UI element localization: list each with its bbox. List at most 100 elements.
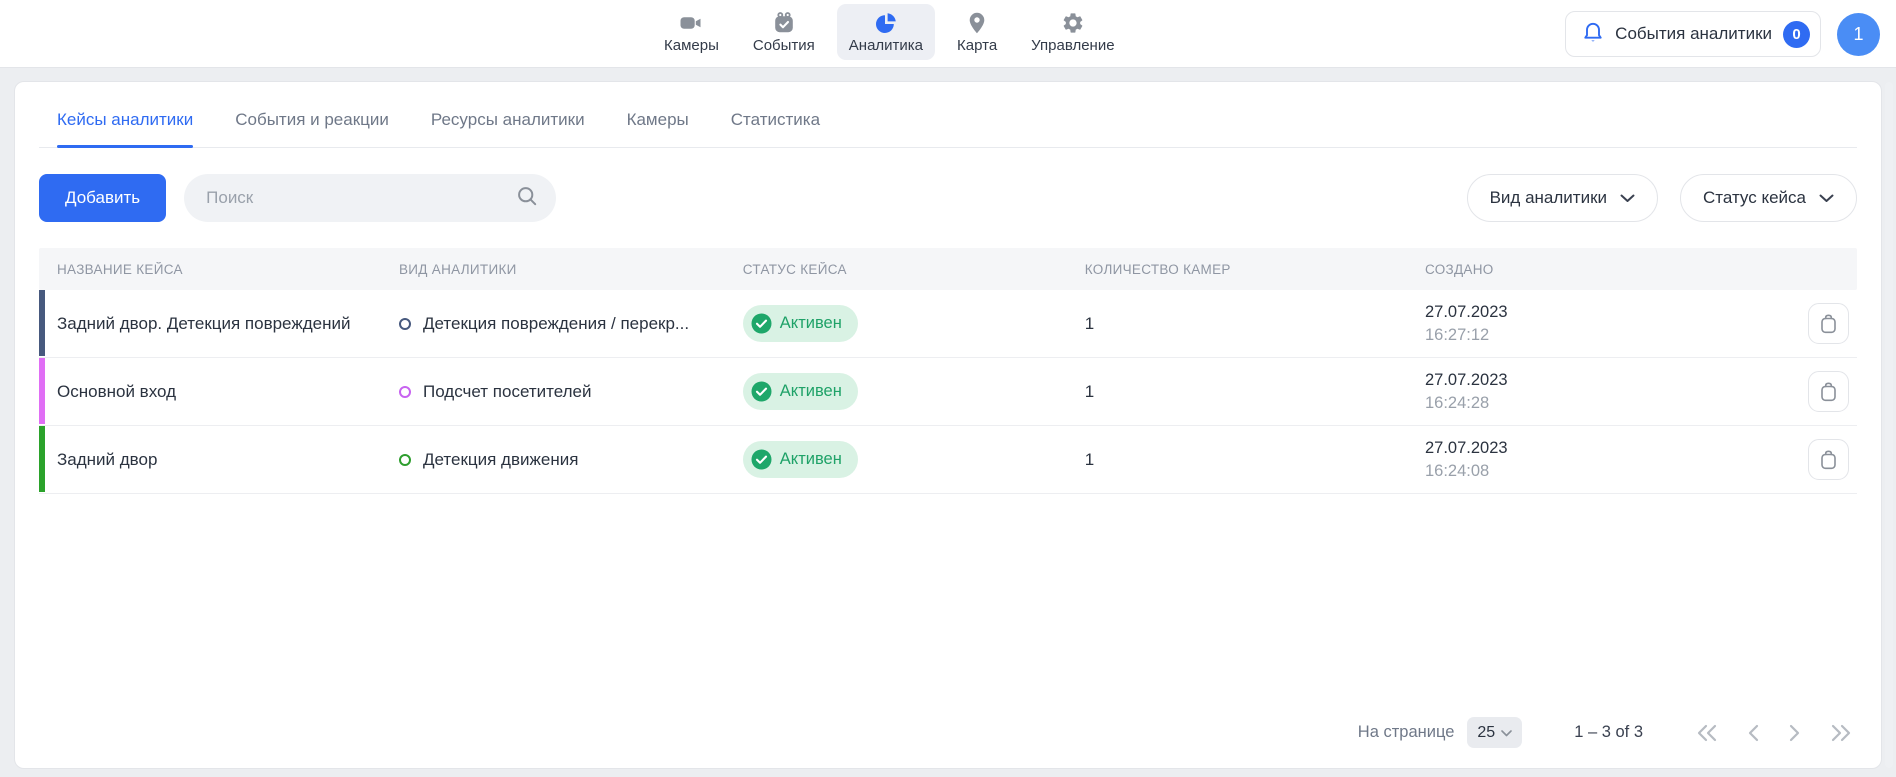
analytics-type-label: Подсчет посетителей — [423, 382, 591, 402]
status-badge: Активен — [743, 441, 858, 478]
chevron-down-icon — [1501, 724, 1512, 742]
delete-button[interactable] — [1808, 303, 1849, 344]
vertical-scrollbar[interactable] — [1885, 82, 1893, 768]
case-color-bar — [39, 426, 45, 492]
nav-label: События — [753, 37, 815, 54]
created-date: 27.07.2023 — [1425, 369, 1793, 391]
table-body: Задний двор. Детекция повреждений Детекц… — [39, 290, 1857, 494]
column-header-type: ВИД АНАЛИТИКИ — [399, 262, 743, 277]
table-row: Задний двор Детекция движения Активен 1 … — [39, 426, 1857, 494]
pagination-bar: На странице 25 1 – 3 of 3 — [39, 699, 1857, 768]
tab-analytics-resources[interactable]: Ресурсы аналитики — [431, 90, 585, 147]
case-color-bar — [39, 290, 45, 356]
delete-button[interactable] — [1808, 439, 1849, 480]
table-header: НАЗВАНИЕ КЕЙСА ВИД АНАЛИТИКИ СТАТУС КЕЙС… — [39, 248, 1857, 290]
chevron-down-icon — [1620, 188, 1635, 208]
nav-label: Аналитика — [849, 37, 923, 54]
status-label: Активен — [780, 314, 842, 333]
created-time: 16:24:28 — [1425, 392, 1793, 414]
analytics-type-icon — [399, 318, 411, 330]
created-cell: 27.07.2023 16:24:28 — [1425, 369, 1793, 414]
case-color-bar — [39, 358, 45, 424]
camera-count: 1 — [1085, 314, 1425, 334]
table-row: Основной вход Подсчет посетителей Активе… — [39, 358, 1857, 426]
trash-icon — [1819, 313, 1838, 334]
analytics-type-icon — [399, 386, 411, 398]
tab-analytics-cases[interactable]: Кейсы аналитики — [57, 90, 193, 147]
chevron-down-icon — [1819, 188, 1834, 208]
next-page-button[interactable] — [1787, 723, 1803, 743]
case-name: Задний двор. Детекция повреждений — [57, 314, 399, 334]
case-name: Задний двор — [57, 450, 399, 470]
events-count-badge: 0 — [1783, 21, 1810, 48]
analytics-type-cell: Детекция движения — [399, 450, 743, 470]
analytics-type-label: Детекция движения — [423, 450, 578, 470]
nav-item-events[interactable]: События — [741, 4, 827, 60]
created-time: 16:27:12 — [1425, 324, 1793, 346]
add-button[interactable]: Добавить — [39, 174, 166, 222]
page-range-label: 1 – 3 of 3 — [1574, 723, 1643, 742]
map-pin-icon — [965, 11, 989, 35]
events-button-label: События аналитики — [1615, 24, 1772, 44]
tab-bar: Кейсы аналитики События и реакции Ресурс… — [39, 90, 1857, 148]
status-badge: Активен — [743, 305, 858, 342]
created-time: 16:24:08 — [1425, 460, 1793, 482]
per-page-select[interactable]: 25 — [1467, 717, 1522, 748]
search-icon[interactable] — [516, 185, 538, 212]
search-input[interactable] — [206, 188, 516, 208]
nav-item-management[interactable]: Управление — [1019, 4, 1126, 60]
trash-icon — [1819, 449, 1838, 470]
avatar[interactable]: 1 — [1837, 13, 1880, 56]
nav-item-analytics[interactable]: Аналитика — [837, 4, 935, 60]
camera-count: 1 — [1085, 450, 1425, 470]
check-circle-icon — [751, 449, 772, 470]
video-camera-icon — [679, 11, 703, 35]
status-label: Активен — [780, 382, 842, 401]
table-row: Задний двор. Детекция повреждений Детекц… — [39, 290, 1857, 358]
created-date: 27.07.2023 — [1425, 301, 1793, 323]
pager-nav — [1695, 723, 1853, 743]
column-header-status: СТАТУС КЕЙСА — [743, 262, 1085, 277]
cases-table: НАЗВАНИЕ КЕЙСА ВИД АНАЛИТИКИ СТАТУС КЕЙС… — [39, 248, 1857, 494]
created-cell: 27.07.2023 16:24:08 — [1425, 437, 1793, 482]
top-bar: Камеры События Аналитика — [0, 0, 1896, 68]
analytics-type-label: Детекция повреждения / перекр... — [423, 314, 689, 334]
filter-case-status[interactable]: Статус кейса — [1680, 174, 1857, 222]
per-page-label: На странице — [1358, 723, 1455, 742]
tab-statistics[interactable]: Статистика — [731, 90, 820, 147]
nav-label: Карта — [957, 37, 997, 54]
filter-analytics-type[interactable]: Вид аналитики — [1467, 174, 1658, 222]
last-page-button[interactable] — [1829, 723, 1853, 743]
nav-label: Управление — [1031, 37, 1114, 54]
created-date: 27.07.2023 — [1425, 437, 1793, 459]
status-label: Активен — [780, 450, 842, 469]
case-name: Основной вход — [57, 382, 399, 402]
check-circle-icon — [751, 313, 772, 334]
delete-button[interactable] — [1808, 371, 1849, 412]
nav-item-map[interactable]: Карта — [945, 4, 1009, 60]
tab-events-reactions[interactable]: События и реакции — [235, 90, 389, 147]
nav-label: Камеры — [664, 37, 719, 54]
tab-cameras[interactable]: Камеры — [627, 90, 689, 147]
search-field — [184, 174, 556, 222]
gear-icon — [1061, 11, 1085, 35]
bell-icon — [1582, 20, 1604, 48]
analytics-type-cell: Подсчет посетителей — [399, 382, 743, 402]
created-cell: 27.07.2023 16:27:12 — [1425, 301, 1793, 346]
per-page-value: 25 — [1477, 724, 1495, 742]
calendar-check-icon — [772, 11, 796, 35]
status-badge: Активен — [743, 373, 858, 410]
content-panel: Кейсы аналитики События и реакции Ресурс… — [14, 81, 1882, 769]
nav-item-cameras[interactable]: Камеры — [652, 4, 731, 60]
check-circle-icon — [751, 381, 772, 402]
analytics-type-cell: Детекция повреждения / перекр... — [399, 314, 743, 334]
column-header-cameras: КОЛИЧЕСТВО КАМЕР — [1085, 262, 1425, 277]
previous-page-button[interactable] — [1745, 723, 1761, 743]
analytics-events-button[interactable]: События аналитики 0 — [1565, 11, 1821, 57]
filter-label: Статус кейса — [1703, 188, 1806, 208]
toolbar: Добавить Вид аналитики Статус кейса — [39, 174, 1857, 222]
first-page-button[interactable] — [1695, 723, 1719, 743]
top-right-controls: События аналитики 0 1 — [1565, 11, 1880, 57]
column-header-created: СОЗДАНО — [1425, 262, 1793, 277]
trash-icon — [1819, 381, 1838, 402]
